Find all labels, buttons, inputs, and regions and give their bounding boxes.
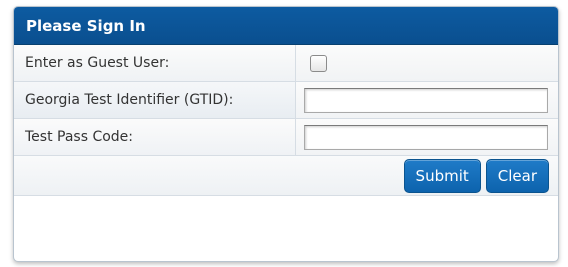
clear-button[interactable]: Clear [485, 158, 549, 193]
sign-in-panel: Please Sign In Enter as Guest User: Geor… [13, 6, 559, 262]
gtid-label: Georgia Test Identifier (GTID): [14, 82, 296, 118]
passcode-label: Test Pass Code: [14, 119, 296, 155]
guest-user-label: Enter as Guest User: [14, 45, 296, 81]
gtid-row: Georgia Test Identifier (GTID): [14, 82, 558, 119]
gtid-input[interactable] [304, 87, 548, 113]
gtid-control [296, 82, 558, 118]
panel-title: Please Sign In [14, 7, 558, 45]
submit-button[interactable]: Submit [403, 158, 481, 193]
passcode-control [296, 119, 558, 155]
passcode-row: Test Pass Code: [14, 119, 558, 156]
guest-user-checkbox[interactable] [310, 54, 327, 72]
passcode-input[interactable] [304, 124, 548, 150]
guest-user-control [296, 45, 558, 81]
guest-user-row: Enter as Guest User: [14, 45, 558, 82]
button-row: Submit Clear [14, 156, 558, 196]
